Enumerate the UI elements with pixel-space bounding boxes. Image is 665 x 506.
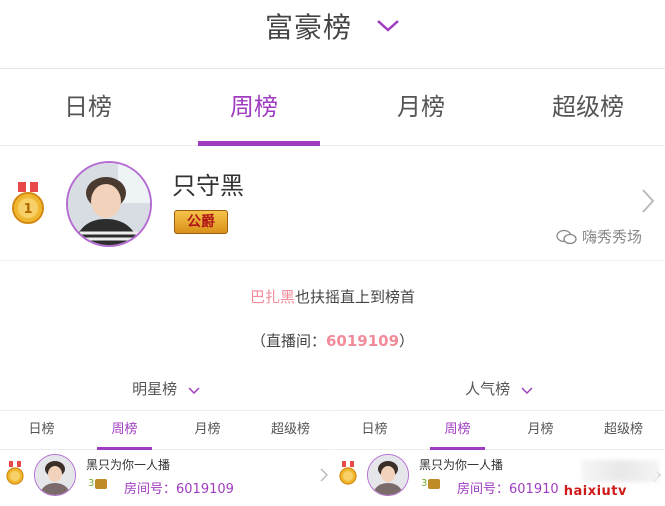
tab-super[interactable]: 超级榜 [505,69,665,145]
room-number: 6019109 [176,482,234,497]
site-watermark: haixiutv [563,484,627,499]
avatar[interactable] [34,454,76,496]
subtab-weekly[interactable]: 周榜 [83,411,166,450]
subtab-super[interactable]: 超级榜 [582,411,665,449]
chevron-down-icon[interactable] [188,381,200,399]
list-item[interactable]: 黑只为你一人播 3 房间号：6019109 [0,449,332,499]
subtab-weekly[interactable]: 周榜 [416,411,499,450]
wechat-icon [556,229,577,244]
entry-name: 黑只为你一人播 [419,458,504,472]
level-badge: 3 [88,478,108,489]
subtab-monthly[interactable]: 月榜 [166,411,249,449]
panel-tabs: 日榜 周榜 月榜 超级榜 [0,410,332,450]
panel-tabs: 日榜 周榜 月榜 超级榜 [333,410,665,450]
level-badge: 3 [421,478,441,489]
star-ranking-panel: 明星榜 日榜 周榜 月榜 超级榜 黑只为你一人播 3 房间号：6019109 [0,370,332,506]
tab-weekly[interactable]: 周榜 [171,69,337,146]
wechat-watermark: 嗨秀秀场 [556,226,642,247]
room-number: 6019109 [325,332,400,350]
subtab-super[interactable]: 超级榜 [249,411,332,449]
room-info: （直播间：6019109） [0,330,665,351]
room-number: 601910 [509,482,559,497]
panel-title-selector[interactable]: 人气榜 [333,378,665,399]
entry-room: 房间号：6019109 [124,478,234,497]
subtab-monthly[interactable]: 月榜 [499,411,582,449]
tab-monthly[interactable]: 月榜 [338,69,504,145]
announcement-highlight: 巴扎黑 [249,288,295,306]
panel-title: 人气榜 [465,380,511,398]
tab-weekly-label: 周榜 [230,93,278,121]
announcement: 巴扎黑也扶摇直上到榜首 [0,286,665,307]
crown-icon [95,478,108,489]
blurred-area [581,460,659,482]
rank-title-badge: 公爵 [174,210,228,234]
entry-name: 黑只为你一人播 [86,458,171,472]
level-number: 3 [421,478,428,489]
chevron-down-icon[interactable] [521,381,533,399]
gold-medal-icon [339,461,357,485]
gold-medal-icon: 1 [12,182,44,224]
chevron-right-icon[interactable] [320,467,329,486]
subtab-weekly-label: 周榜 [111,422,138,437]
gold-medal-icon [6,461,24,485]
announcement-text: 也扶摇直上到榜首 [295,288,416,306]
subtab-weekly-label: 周榜 [444,422,471,437]
tab-daily[interactable]: 日榜 [5,69,171,145]
level-number: 3 [88,478,95,489]
page-title: 富豪榜 [265,11,353,44]
avatar[interactable] [367,454,409,496]
watermark-text: 嗨秀秀场 [582,228,643,246]
entry-room: 房间号：601910 [457,478,559,497]
subtab-daily[interactable]: 日榜 [333,411,416,449]
crown-icon [428,478,441,489]
top-user-name: 只守黑 [172,172,244,200]
room-label: 房间号： [124,482,177,497]
period-tabs: 日榜 周榜 月榜 超级榜 [0,69,665,146]
chevron-right-icon[interactable] [641,188,655,218]
ranking-selector[interactable]: 富豪榜 [0,6,665,46]
subtab-daily[interactable]: 日榜 [0,411,83,449]
svg-text:1: 1 [23,202,32,217]
panel-title-selector[interactable]: 明星榜 [0,378,332,399]
chevron-down-icon[interactable] [376,7,400,40]
panel-title: 明星榜 [132,380,178,398]
room-label: 房间号： [457,482,510,497]
room-prefix: （直播间： [250,332,326,350]
room-suffix: ） [399,332,415,350]
avatar[interactable] [66,161,152,247]
